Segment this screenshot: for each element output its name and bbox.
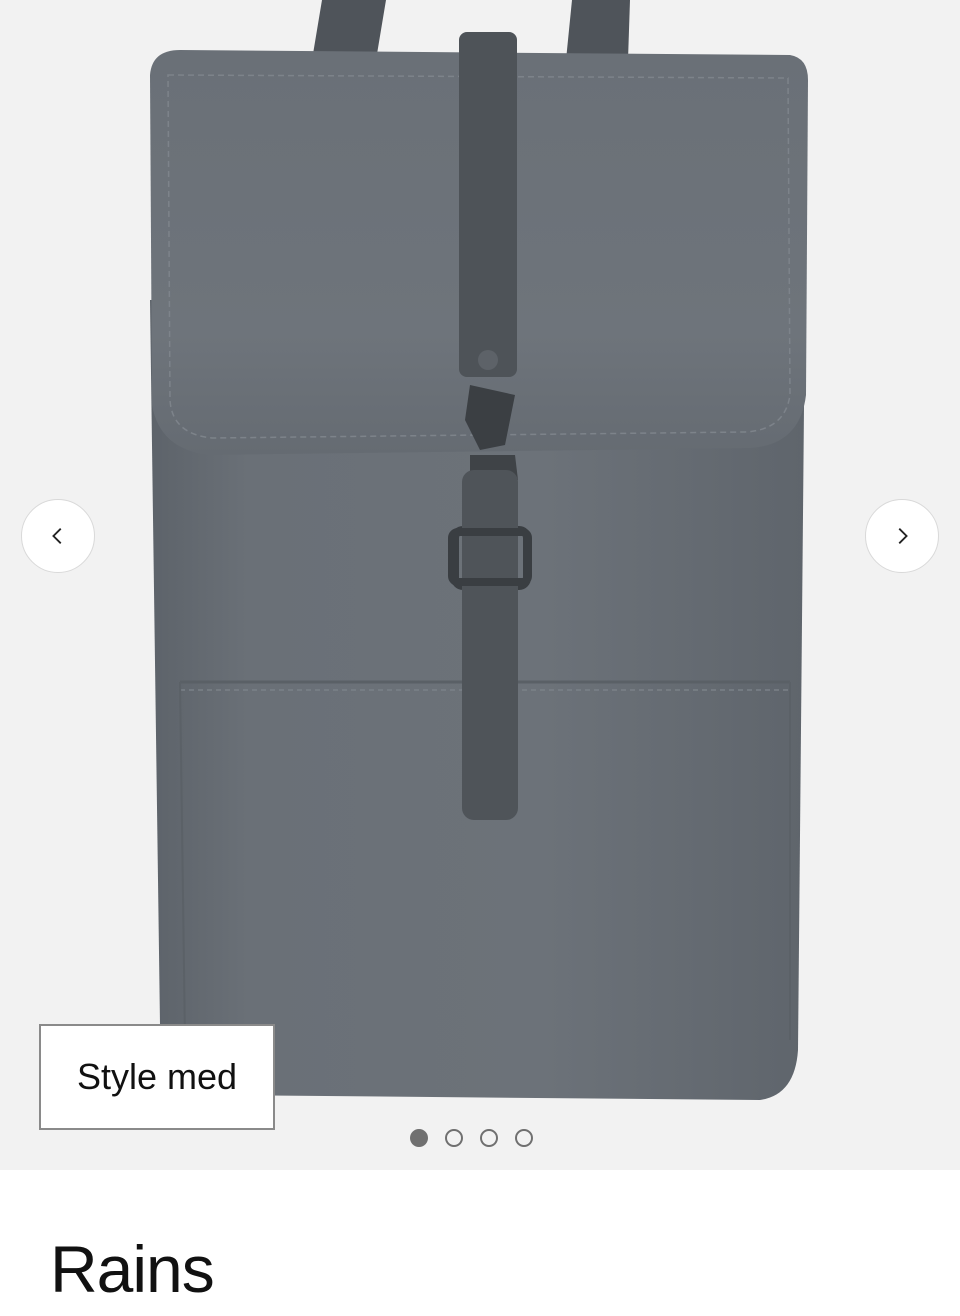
chevron-right-icon xyxy=(898,528,908,544)
pagination-dot[interactable] xyxy=(410,1129,428,1147)
pagination-dot[interactable] xyxy=(480,1129,498,1147)
pagination-dot[interactable] xyxy=(515,1129,533,1147)
style-with-label: Style med xyxy=(76,1056,238,1097)
pagination-dot[interactable] xyxy=(445,1129,463,1147)
product-image xyxy=(150,0,808,1100)
previous-image-button[interactable] xyxy=(21,499,95,573)
chevron-left-icon xyxy=(52,528,62,544)
product-brand[interactable]: Rains xyxy=(50,1236,215,1302)
style-with-button[interactable]: Style med xyxy=(39,1024,275,1130)
product-image-gallery[interactable]: Style med xyxy=(0,0,960,1170)
image-pagination-dots xyxy=(410,1127,533,1149)
next-image-button[interactable] xyxy=(865,499,939,573)
